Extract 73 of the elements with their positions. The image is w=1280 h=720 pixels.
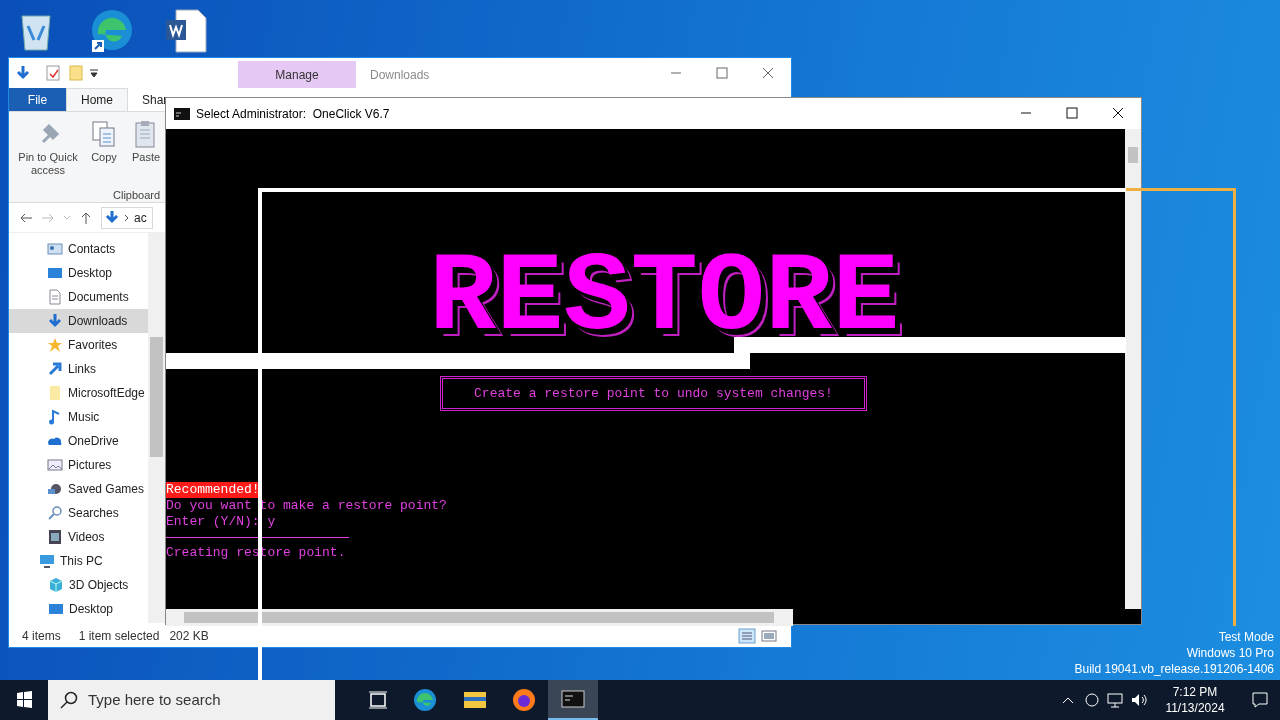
cube-icon	[48, 577, 64, 593]
nav-item[interactable]: Contacts	[9, 237, 148, 261]
scrollbar[interactable]	[1125, 129, 1141, 609]
search-icon	[60, 691, 78, 709]
nav-item[interactable]: Music	[9, 405, 148, 429]
desktop-icon	[48, 601, 64, 617]
nav-item[interactable]: Desktop	[9, 261, 148, 285]
console-text: Do you want to make a restore point?	[166, 498, 447, 514]
ribbon-button[interactable]: Copy	[85, 120, 123, 164]
star-icon	[47, 337, 63, 353]
videos-icon	[47, 529, 63, 545]
search-field[interactable]: Type here to search	[48, 680, 335, 720]
nav-item[interactable]: MicrosoftEdge	[9, 381, 148, 405]
documents-icon	[47, 289, 63, 305]
context-tab[interactable]: Manage	[238, 61, 356, 88]
contacts-icon	[47, 241, 63, 257]
status-text: 4 items	[22, 628, 61, 645]
nav-item[interactable]: Searches	[9, 501, 148, 525]
nav-item[interactable]: This PC	[9, 549, 148, 573]
clock[interactable]: 7:12 PM 11/13/2024	[1156, 684, 1234, 716]
download-icon	[104, 209, 120, 226]
console-badge: Recommended!	[166, 482, 260, 498]
file-tab[interactable]: File	[9, 88, 66, 111]
downloads-icon	[47, 313, 63, 329]
nav-item[interactable]: OneDrive	[9, 429, 148, 453]
pc-icon	[39, 553, 55, 569]
status-text: 202 KB	[169, 628, 209, 645]
nav-item[interactable]: Links	[9, 357, 148, 381]
firefox-icon[interactable]	[512, 688, 536, 712]
thumbnails-view-icon[interactable]	[760, 628, 778, 644]
banner-title: RESTORE	[429, 254, 900, 344]
ribbon-tab[interactable]: Home	[66, 88, 128, 111]
pictures-icon	[47, 457, 63, 473]
download-icon[interactable]	[15, 65, 31, 81]
terminal-icon	[174, 107, 190, 120]
properties-icon[interactable]	[45, 65, 61, 81]
address-bar[interactable]: ac	[101, 206, 153, 229]
nav-item[interactable]: Documents	[9, 285, 148, 309]
subtitle-banner: Create a restore point to undo system changes!	[440, 376, 867, 411]
edge-icon[interactable]	[413, 688, 437, 712]
games-icon	[47, 481, 63, 497]
window-title: Downloads	[370, 67, 430, 84]
status-text: 1 item selected	[78, 628, 160, 645]
dropdown-icon[interactable]	[89, 68, 99, 78]
ribbon-button[interactable]: Paste	[127, 120, 165, 164]
nav-item[interactable]: Videos	[9, 525, 148, 549]
nav-item[interactable]: Desktop	[9, 597, 148, 621]
window-title: Select Administrator: OneClick V6.7	[196, 105, 390, 123]
nav-item[interactable]: Downloads	[9, 309, 148, 333]
watermark-text: Build 19041.vb_release.191206-1406	[1074, 661, 1274, 677]
nav-item[interactable]: Favorites	[9, 333, 148, 357]
copy-icon	[91, 120, 117, 148]
volume-icon[interactable]	[1130, 692, 1148, 708]
up-arrow-icon[interactable]	[79, 210, 93, 225]
ribbon-tab[interactable]: Shar	[128, 88, 169, 111]
watermark-text: Windows 10 Pro	[1186, 645, 1274, 661]
task-view-icon[interactable]	[368, 690, 388, 710]
nav-item[interactable]: Pictures	[9, 453, 148, 477]
nav-item[interactable]: 3D Objects	[9, 573, 148, 597]
folder-icon	[47, 385, 63, 401]
ribbon-button[interactable]: Pin to Quick access	[13, 120, 83, 177]
network-icon[interactable]	[1106, 692, 1124, 708]
group-label: Clipboard	[113, 188, 161, 203]
scrollbar[interactable]	[148, 233, 165, 623]
links-icon	[47, 361, 63, 377]
terminal-icon[interactable]	[561, 687, 585, 711]
desktop-icon	[47, 265, 63, 281]
watermark-text: Test Mode	[1218, 629, 1274, 645]
scrollbar[interactable]	[166, 609, 793, 626]
chevron-icon	[124, 212, 130, 223]
search-icon	[47, 505, 63, 521]
nav-item[interactable]: Saved Games	[9, 477, 148, 501]
console-text: Enter (Y/N): y	[166, 514, 276, 530]
